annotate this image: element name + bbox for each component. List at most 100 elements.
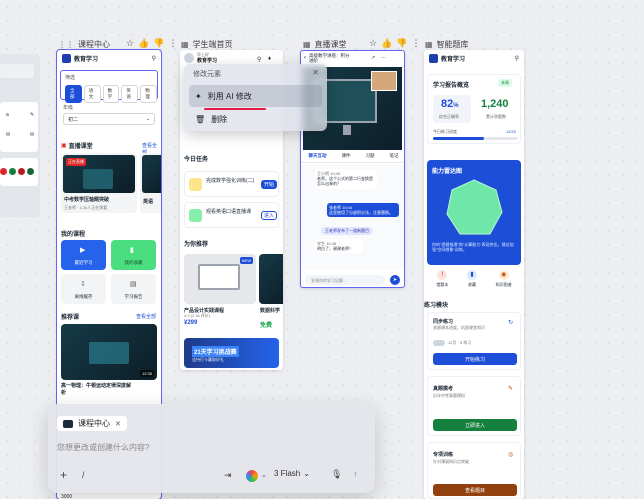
share-icon[interactable]: ↗ [371, 55, 375, 61]
toggle-label: 12月 · 6 练习 [448, 340, 472, 345]
chat-input[interactable]: 发表你的学习见解... [305, 275, 385, 285]
module-card[interactable]: 真题模考 历年中考真题模拟 ✎ 立即进入 [427, 376, 521, 436]
thumb-up-icon[interactable]: 👍 [138, 38, 149, 49]
chat-area: 王小明 10:43 老师，这个公式的第二行变换是怎么出来的？ 张老师 10:44 这… [301, 165, 404, 270]
search-icon[interactable]: ⚲ [152, 55, 156, 62]
play-icon: ▶ [80, 247, 86, 254]
task-card[interactable]: 观看英语口语直播课 进入 [184, 202, 279, 228]
module-card[interactable]: 专项训练 针对薄弱知识点突破 ◎ 查看题目 [427, 442, 521, 499]
close-icon[interactable]: ✕ [115, 420, 121, 428]
tab-english[interactable]: 英语 [121, 85, 139, 103]
more-icon[interactable]: ⋮ [412, 38, 421, 49]
thumb-up-icon[interactable]: 👍 [381, 38, 392, 49]
grade-select[interactable]: 初二 ⌄ [63, 113, 155, 125]
tab-math[interactable]: 数学 [102, 85, 120, 103]
start-practice-button[interactable]: 开始练习 [433, 353, 517, 365]
enter-exam-button[interactable]: 立即进入 [433, 419, 517, 431]
back-icon[interactable]: ‹ [304, 55, 306, 61]
module-card[interactable]: 同步练习 紧跟课本进度，巩固课堂知识 ↻ 12月 · 6 练习 开始练习 [427, 312, 521, 370]
quick-knowledge-map[interactable]: ◉ 知识图谱 [496, 270, 512, 296]
menu-item-ai-edit[interactable]: ✦ 利用 AI 修改 [189, 85, 322, 107]
prompt-input[interactable]: 您想更改或创建什么内容? [57, 442, 149, 453]
tab-notes[interactable]: 笔记 [390, 153, 399, 159]
tab-exercises[interactable]: 习题 [366, 153, 375, 159]
more-icon[interactable]: ⋮ [169, 38, 178, 49]
chevron-down-icon: ⌄ [145, 116, 150, 122]
partial-card-2 [0, 158, 38, 186]
teacher-cam [371, 71, 397, 91]
question-bank-screen[interactable]: 教育学习 ⚲ 学习报告概览 本周 82% 综合正确率 1,240 累计答题数 今… [424, 50, 524, 499]
star-icon[interactable]: ☆ [126, 38, 134, 49]
more-icon[interactable]: ⋯ [381, 55, 386, 61]
slash-command-icon[interactable]: / [82, 470, 85, 480]
tab-chat[interactable]: 聊天互动 [309, 153, 327, 159]
recommend-more-link[interactable]: 查看全部 [136, 313, 156, 320]
add-icon[interactable]: + [60, 468, 67, 482]
challenge-banner[interactable]: 21天学习挑战赛 坚持打卡赢取好礼 [184, 338, 279, 368]
menu-item-delete[interactable]: 🗑 删除 [189, 112, 322, 127]
avatar[interactable] [184, 53, 194, 64]
close-icon[interactable]: ✕ [312, 68, 319, 77]
quick-mistakes[interactable]: ! 错题本 [436, 270, 448, 296]
view-questions-button[interactable]: 查看题目 [433, 484, 517, 496]
accuracy-value: 82 [441, 98, 454, 110]
product-thumbnail[interactable]: NEW [184, 254, 256, 304]
rec-video-thumbnail[interactable]: 12:35 [61, 324, 157, 380]
frame-icon: ▦ [181, 40, 189, 49]
task-card[interactable]: 完成数学强化训练(二) 开始 [184, 171, 279, 197]
tab-physics[interactable]: 物理 [140, 85, 157, 103]
task-start-button[interactable]: 开始 [261, 180, 277, 189]
search-icon[interactable]: ⚲ [515, 55, 519, 62]
green-dot-icon [9, 168, 16, 175]
tile-recent[interactable]: ▶ 最近学习 [61, 240, 106, 270]
tab-chinese[interactable]: 语文 [83, 85, 101, 103]
toggle[interactable] [433, 340, 445, 346]
live-card-2[interactable]: 英语 [140, 153, 161, 213]
context-chip[interactable]: 课程中心 ✕ [57, 416, 127, 431]
frame-icon: ▦ [425, 40, 433, 49]
tile-offline[interactable]: ⇩ 离线缓存 [61, 274, 106, 304]
logo-icon [62, 53, 71, 63]
subject-tabs: 全部 语文 数学 英语 物理 [65, 85, 157, 103]
chat-text: 老师，这个公式的第二行变换是怎么出来的？ [317, 176, 373, 187]
live-card[interactable]: 正在直播 中考数学压轴题突破 王老师 · 1.2k人正在观看 [61, 153, 137, 213]
thumb-down-icon[interactable]: 👎 [153, 38, 164, 49]
count-label: 累计答题数 [486, 114, 506, 119]
star-icon[interactable]: ☆ [369, 38, 377, 49]
partial-frame-left[interactable]: a ✎ ✉ ✉ [0, 54, 40, 217]
partial-card: a ✎ ✉ ✉ [0, 102, 38, 152]
tab-slides[interactable]: 课件 [342, 153, 351, 159]
live-icon: ▣ [61, 143, 67, 149]
enter-frame-icon[interactable]: ⇥ [224, 470, 232, 481]
frame-label-live-room[interactable]: ▦ 直播课堂 [303, 39, 347, 50]
tab-all[interactable]: 全部 [65, 85, 82, 103]
product-thumbnail-2[interactable] [259, 254, 283, 304]
frame-label-course-center[interactable]: ⋮⋮ 课程中心 [58, 39, 110, 50]
tile-report[interactable]: ▤ 学习报告 [111, 274, 156, 304]
frame-label-student-home[interactable]: ▦ 学生端首页 [181, 39, 233, 50]
microphone-icon[interactable]: 🎙 [331, 469, 342, 480]
send-arrow-icon[interactable]: ↑ [353, 469, 358, 479]
radar-card: 能力雷达图 你的"逻辑推理"和"计算能力"表现突出，建议加强"空间想象"训练。 [427, 160, 521, 265]
product-rating: 4.9 (2.3k 评价) [184, 313, 211, 318]
task-enter-button[interactable]: 进入 [261, 211, 277, 220]
thumb-down-icon[interactable]: 👎 [396, 38, 407, 49]
live-title: 中考数学压轴题突破 [64, 197, 110, 203]
product-title: 数据科学 [260, 308, 281, 314]
quick-label: 知识图谱 [495, 282, 512, 287]
refresh-icon[interactable]: ↻ [508, 319, 513, 326]
bell-icon[interactable]: ♦ [268, 56, 271, 62]
tile-favorites[interactable]: ▮ 我的收藏 [111, 240, 156, 270]
send-icon[interactable]: ➤ [390, 275, 400, 285]
frame-actions: ☆ 👍 👎 ⋮ [369, 38, 421, 49]
video-duration: 12:35 [139, 370, 154, 377]
frame-label-question-bank[interactable]: ▦ 智能题库 [425, 39, 469, 50]
search-icon[interactable]: ⚲ [257, 56, 261, 63]
quick-favorites[interactable]: ▮ 收藏 [466, 270, 477, 296]
chevron-down-icon[interactable]: ⌄ [261, 471, 267, 479]
brand-name: 教育学习 [441, 56, 466, 63]
model-selector[interactable]: 3 Flash ⌄ [274, 469, 310, 478]
red-dot-icon [18, 168, 25, 175]
greeting: 早上好 [197, 52, 209, 57]
task-icon [189, 178, 202, 191]
